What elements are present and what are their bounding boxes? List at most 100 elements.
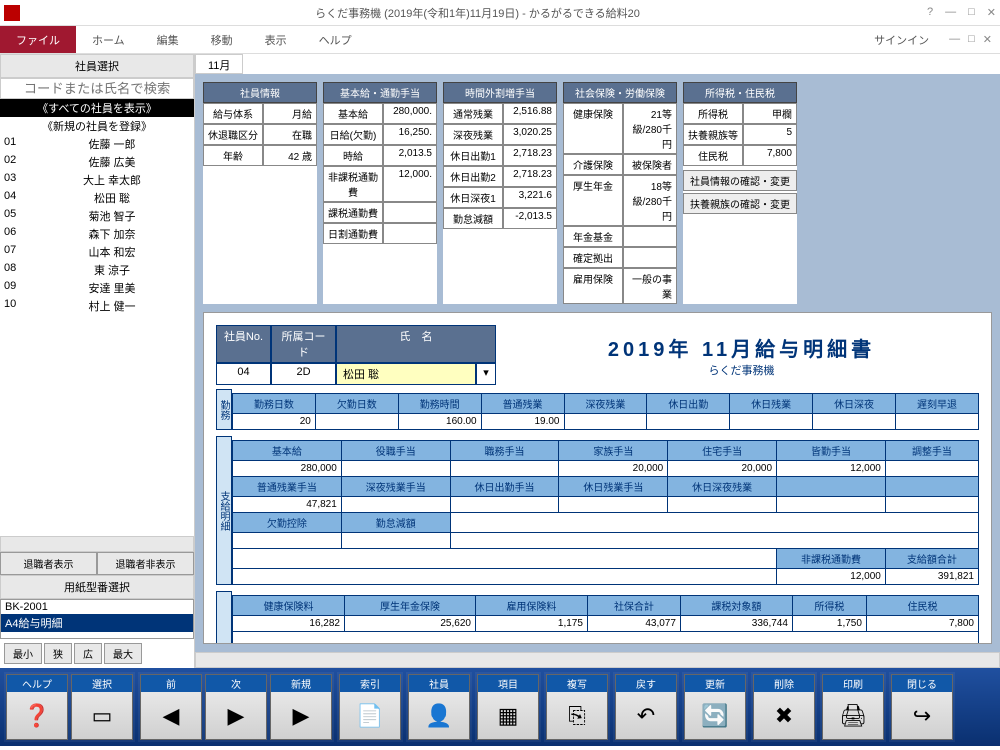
deduction-table: 健康保険料厚生年金保険雇用保険料社保合計課税対象額所得税住民税16,28225,… [232, 595, 979, 644]
employee-search-input[interactable] [0, 78, 194, 99]
employee-row[interactable]: 06森下 加奈 [0, 225, 194, 243]
paper-select-header: 用紙型番選択 [0, 575, 194, 599]
toolbar-close-button[interactable]: 閉じる↪ [891, 674, 953, 740]
panel-value: 2,516.88 [503, 103, 557, 124]
close-icon[interactable]: ✕ [987, 6, 996, 19]
employee-row[interactable]: 08東 涼子 [0, 261, 194, 279]
employee-row[interactable]: 09安達 里美 [0, 279, 194, 297]
panel-value: 2,718.23 [503, 145, 557, 166]
sidebar-scrollbar[interactable] [0, 536, 194, 552]
toolbar-copy-button[interactable]: 複写⎘ [546, 674, 608, 740]
show-all-employees[interactable]: 《すべての社員を表示》 [0, 99, 194, 117]
sub-close-icon[interactable]: ✕ [983, 33, 992, 46]
menu-home[interactable]: ホーム [76, 26, 141, 54]
menu-edit[interactable]: 編集 [141, 26, 195, 54]
panel-label: 非課税通勤費 [323, 166, 383, 202]
next-icon: ▶ [228, 692, 245, 739]
hide-retired-button[interactable]: 退職者非表示 [97, 552, 194, 575]
paper-item[interactable]: BK-2001 [1, 600, 193, 614]
sub-restore-icon[interactable]: □ [968, 33, 975, 46]
panel-label: 年齢 [203, 145, 263, 166]
new-icon: ▶ [293, 692, 310, 739]
panel-value: 21等級/280千円 [623, 103, 677, 154]
panel-value: 在職 [263, 124, 317, 145]
panel-value: 甲欄 [743, 103, 797, 124]
employee-list[interactable]: 《すべての社員を表示》 《新規の社員を登録》 01佐藤 一郎02佐藤 広美03大… [0, 99, 194, 536]
panel-value: 16,250. [383, 124, 437, 145]
panel-value: 月給 [263, 103, 317, 124]
menu-help[interactable]: ヘルプ [303, 26, 368, 54]
toolbar-item-button[interactable]: 項目▦ [477, 674, 539, 740]
menu-move[interactable]: 移動 [195, 26, 249, 54]
panel-label: 休退職区分 [203, 124, 263, 145]
panel-value [623, 247, 677, 268]
toolbar-prev-button[interactable]: 前◀ [140, 674, 202, 740]
panel-value: 5 [743, 124, 797, 145]
panel-header: 社会保険・労働保険 [563, 82, 677, 103]
toolbar-emp-button[interactable]: 社員👤 [408, 674, 470, 740]
panel-value: 18等級/280千円 [623, 175, 677, 226]
dependents-link[interactable]: 扶養親族の確認・変更 [683, 193, 797, 214]
toolbar-new-button[interactable]: 新規▶ [270, 674, 332, 740]
show-retired-button[interactable]: 退職者表示 [0, 552, 97, 575]
emp-dropdown-icon[interactable]: ▾ [476, 363, 496, 385]
panel-label: 雇用保険 [563, 268, 623, 304]
month-tab[interactable]: 11月 [195, 54, 243, 74]
new-employee[interactable]: 《新規の社員を登録》 [0, 117, 194, 135]
panel-label: 介護保険 [563, 154, 623, 175]
index-icon: 📄 [356, 692, 383, 739]
paper-item-selected[interactable]: A4給与明細 [1, 614, 193, 632]
panel-value: -2,013.5 [503, 208, 557, 229]
signin-link[interactable]: サインイン [862, 26, 941, 54]
payment-side-label: 支給明細 [216, 436, 232, 585]
paper-list[interactable]: BK-2001 A4給与明細 [0, 599, 194, 639]
slip-company: らくだ事務機 [504, 362, 979, 378]
panel-value: 2,718.23 [503, 166, 557, 187]
employee-row[interactable]: 01佐藤 一郎 [0, 135, 194, 153]
toolbar-next-button[interactable]: 次▶ [205, 674, 267, 740]
employee-row[interactable]: 03大上 幸太郎 [0, 171, 194, 189]
toolbar-print-button[interactable]: 印刷🖨 [822, 674, 884, 740]
panel-label: 住民税 [683, 145, 743, 166]
emp-name-input[interactable]: 松田 聡 [336, 363, 476, 385]
refresh-icon: 🔄 [701, 692, 728, 739]
panel-value: 7,800 [743, 145, 797, 166]
panel-header: 所得税・住民税 [683, 82, 797, 103]
panel-label: 休日出勤1 [443, 145, 503, 166]
window-title: らくだ事務機 (2019年(令和1年)11月19日) - かるがるできる給料20 [28, 5, 927, 21]
panel-value: 12,000. [383, 166, 437, 202]
panel-label: 休日深夜1 [443, 187, 503, 208]
employee-row[interactable]: 05菊池 智子 [0, 207, 194, 225]
panel-value: 一般の事業 [623, 268, 677, 304]
emp-no-value: 04 [216, 363, 271, 385]
employee-row[interactable]: 02佐藤 広美 [0, 153, 194, 171]
toolbar-refresh-button[interactable]: 更新🔄 [684, 674, 746, 740]
menu-file[interactable]: ファイル [0, 26, 76, 53]
toolbar-select-button[interactable]: 選択▭ [71, 674, 133, 740]
employee-row[interactable]: 04松田 聡 [0, 189, 194, 207]
toolbar-help-button[interactable]: ヘルプ❓ [6, 674, 68, 740]
content-scrollbar[interactable] [195, 652, 1000, 668]
zoom-wide-button[interactable]: 広 [74, 643, 102, 664]
employee-row[interactable]: 07山本 和宏 [0, 243, 194, 261]
maximize-icon[interactable]: □ [968, 6, 975, 19]
zoom-min-button[interactable]: 最小 [4, 643, 42, 664]
toolbar-index-button[interactable]: 索引📄 [339, 674, 401, 740]
label-name: 氏 名 [336, 325, 496, 363]
panel-label: 確定拠出 [563, 247, 623, 268]
panel-label: 勤怠減額 [443, 208, 503, 229]
zoom-max-button[interactable]: 最大 [104, 643, 142, 664]
minimize-icon[interactable]: — [945, 6, 956, 19]
zoom-narrow-button[interactable]: 狭 [44, 643, 72, 664]
panel-label: 厚生年金 [563, 175, 623, 226]
emp-info-link[interactable]: 社員情報の確認・変更 [683, 170, 797, 191]
panel-label: 扶養親族等 [683, 124, 743, 145]
panel-label: 日給(欠勤) [323, 124, 383, 145]
sub-minimize-icon[interactable]: — [949, 33, 960, 46]
employee-row[interactable]: 10村上 健一 [0, 297, 194, 315]
help-icon[interactable]: ? [927, 6, 933, 19]
item-icon: ▦ [498, 692, 519, 739]
toolbar-undo-button[interactable]: 戻す↶ [615, 674, 677, 740]
menu-view[interactable]: 表示 [249, 26, 303, 54]
toolbar-delete-button[interactable]: 削除✖ [753, 674, 815, 740]
